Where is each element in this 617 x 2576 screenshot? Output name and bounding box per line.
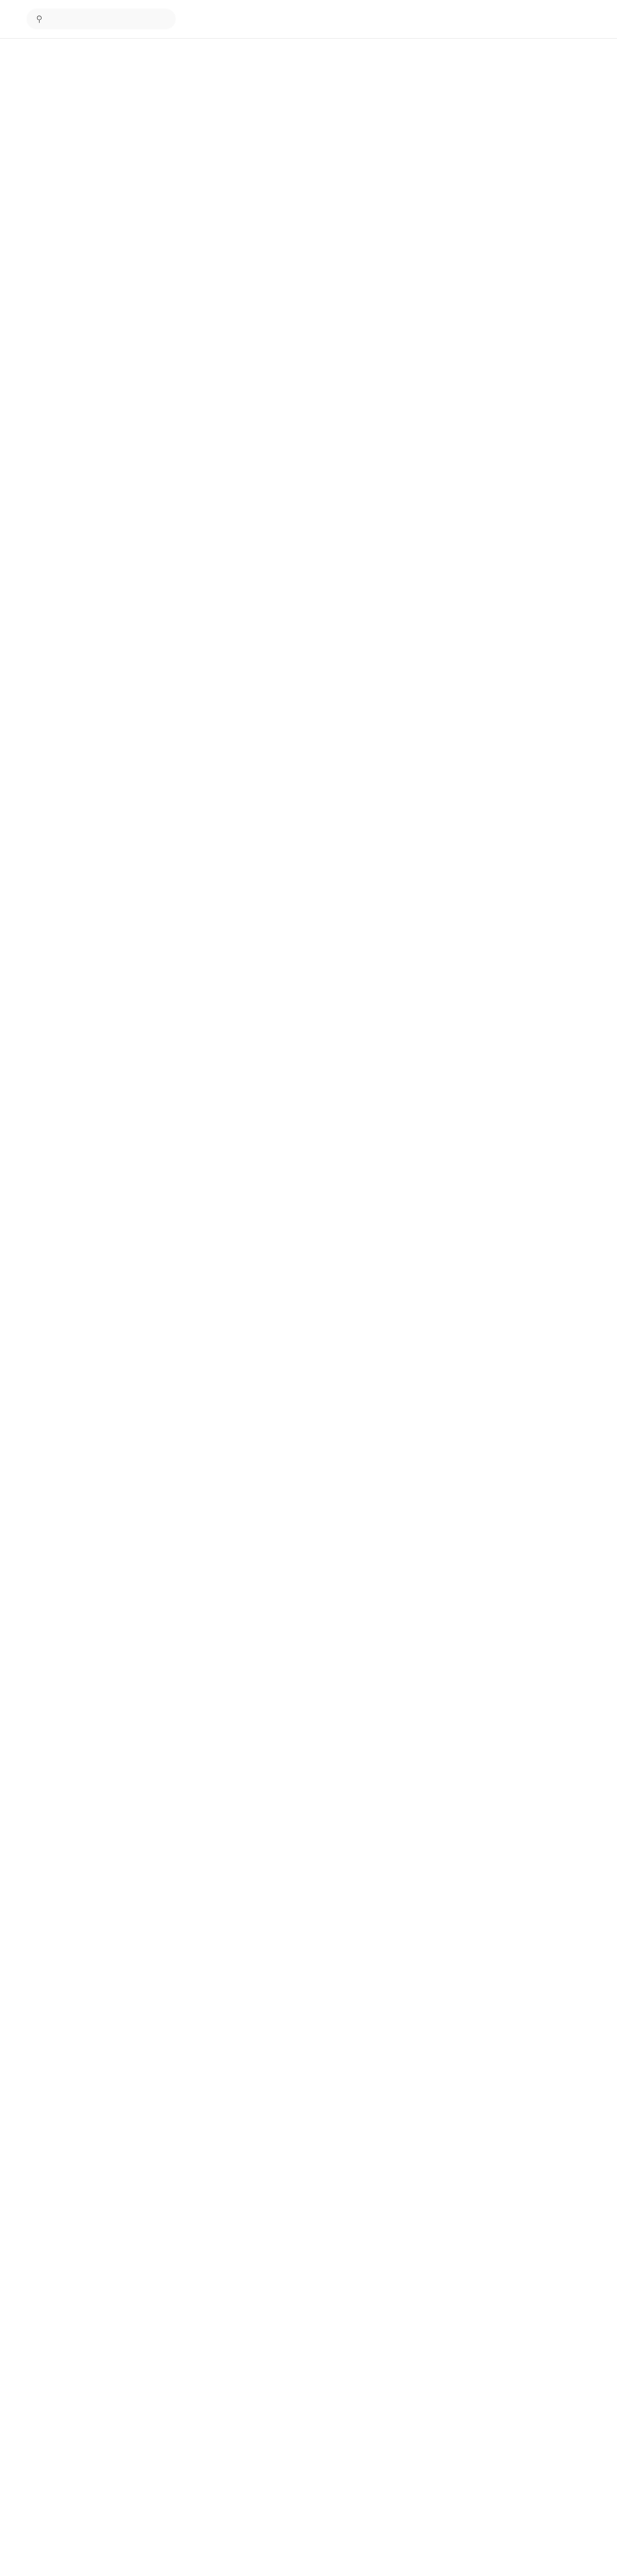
search-input[interactable]	[47, 13, 166, 25]
sign-in-button[interactable]	[590, 18, 602, 20]
top-navigation-bar: ⚲	[0, 0, 617, 39]
sign-up-button[interactable]	[568, 18, 579, 20]
write-button[interactable]	[545, 18, 556, 20]
search-icon: ⚲	[36, 13, 43, 24]
page: ⚲	[0, 0, 617, 2576]
search-box[interactable]: ⚲	[27, 9, 176, 29]
